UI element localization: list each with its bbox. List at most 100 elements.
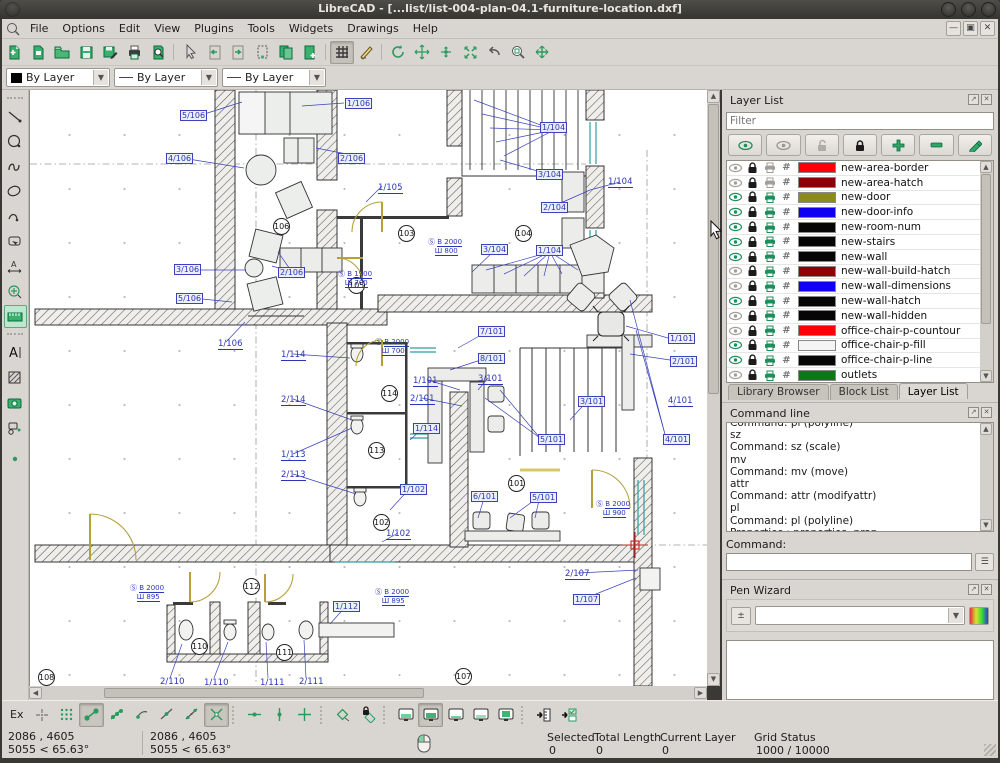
scroll-down-icon[interactable]: ▼ [980, 370, 992, 382]
print-icon[interactable] [761, 325, 778, 336]
new-file-button[interactable] [2, 41, 26, 64]
layer-color-swatch[interactable] [798, 310, 836, 321]
minimize-button[interactable] [941, 2, 956, 17]
layer-row[interactable]: # new-wall-dimensions [727, 279, 993, 294]
print-icon[interactable] [761, 236, 778, 247]
lock-relative-zero-icon[interactable] [355, 703, 380, 727]
scroll-up-icon[interactable]: ▲ [980, 423, 992, 435]
layer-name[interactable]: new-wall-hatch [839, 295, 921, 307]
layer-visibility-icon[interactable] [727, 355, 744, 365]
snap-center-icon[interactable] [129, 703, 154, 727]
snap-grid-icon[interactable] [54, 703, 79, 727]
construction-icon[interactable]: # [778, 192, 795, 203]
lock-icon[interactable] [744, 280, 761, 292]
print-icon[interactable] [761, 162, 778, 173]
zoom-in-button[interactable] [410, 41, 434, 64]
block-tool-icon[interactable] [4, 416, 27, 439]
set-relative-zero-icon[interactable] [330, 703, 355, 727]
grid-toggle-button[interactable] [330, 41, 354, 64]
lock-icon[interactable] [744, 310, 761, 322]
undo-button[interactable] [202, 41, 226, 64]
layer-row[interactable]: # office-chair-p-line [727, 353, 993, 368]
lock-icon[interactable] [744, 265, 761, 277]
exclusive-snap-label[interactable]: Ex [10, 708, 23, 721]
undock-icon[interactable]: ↗ [968, 407, 979, 418]
maximize-button[interactable] [961, 2, 976, 17]
snap-free-icon[interactable] [29, 703, 54, 727]
close-icon[interactable]: ✕ [981, 584, 992, 595]
modify-tool-icon[interactable] [4, 280, 27, 303]
vertical-scroll-thumb[interactable] [708, 104, 719, 394]
vertical-scrollbar[interactable]: ▲ ▼ [707, 90, 720, 686]
lock-icon[interactable] [744, 325, 761, 337]
layer-row[interactable]: # office-chair-p-countour [727, 324, 993, 339]
mdi-restore-button[interactable]: ▣ [963, 21, 978, 36]
construction-icon[interactable]: # [778, 207, 795, 218]
undock-icon[interactable]: ↗ [968, 94, 979, 105]
ellipse-tool-icon[interactable] [4, 180, 27, 203]
circle-tool-icon[interactable] [4, 130, 27, 153]
edit-layer-button[interactable] [958, 134, 992, 156]
layer-visibility-icon[interactable] [727, 237, 744, 247]
pen-wizard-select[interactable]: ▼ [755, 606, 965, 625]
snap-entity-icon[interactable] [104, 703, 129, 727]
lock-icon[interactable] [744, 295, 761, 307]
select-pointer-button[interactable] [178, 41, 202, 64]
construction-icon[interactable]: # [778, 281, 795, 292]
pen-linetype-select[interactable]: By Layer ▼ [222, 68, 326, 87]
scroll-up-icon[interactable]: ▲ [980, 161, 992, 173]
lock-icon[interactable] [744, 177, 761, 189]
layer-color-swatch[interactable] [798, 192, 836, 203]
polyline-tool-icon[interactable] [4, 205, 27, 228]
tab-library-browser[interactable]: Library Browser [728, 384, 829, 400]
layer-row[interactable]: # new-wall-build-hatch [727, 265, 993, 280]
layer-name[interactable]: new-door [839, 191, 890, 203]
layer-name[interactable]: office-chair-p-fill [839, 339, 926, 351]
close-icon[interactable]: ✕ [981, 94, 992, 105]
scroll-left-icon[interactable]: ◀ [29, 687, 42, 699]
draft-view-3-icon[interactable] [443, 703, 468, 727]
close-icon[interactable]: ✕ [981, 407, 992, 418]
add-layer-button[interactable] [881, 134, 915, 156]
layer-name[interactable]: office-chair-p-countour [839, 325, 960, 337]
layer-name[interactable]: new-door-info [839, 206, 913, 218]
line-tool-icon[interactable] [4, 105, 27, 128]
palette-drag-handle[interactable] [7, 333, 23, 338]
save-as-button[interactable] [98, 41, 122, 64]
scroll-up-icon[interactable]: ▲ [707, 90, 720, 103]
print-icon[interactable] [761, 370, 778, 381]
image-tool-icon[interactable] [4, 391, 27, 414]
layer-row[interactable]: # new-area-border [727, 161, 993, 176]
construction-icon[interactable]: # [778, 266, 795, 277]
print-icon[interactable] [761, 192, 778, 203]
print-icon[interactable] [761, 281, 778, 292]
scroll-right-icon[interactable]: ▶ [694, 687, 707, 699]
color-palette-icon[interactable] [969, 607, 989, 625]
zoom-out-button[interactable] [434, 41, 458, 64]
print-icon[interactable] [761, 355, 778, 366]
layer-name[interactable]: office-chair-p-line [839, 354, 932, 366]
lock-icon[interactable] [744, 369, 761, 381]
layer-row[interactable]: # new-room-num [727, 220, 993, 235]
hatch-tool-icon[interactable] [4, 366, 27, 389]
snap-endpoints-icon[interactable] [79, 703, 104, 727]
layer-row[interactable]: # new-wall [727, 250, 993, 265]
resize-grip[interactable] [984, 744, 996, 756]
new-from-template-button[interactable] [26, 41, 50, 64]
layer-visibility-icon[interactable] [727, 340, 744, 350]
layer-visibility-icon[interactable] [727, 222, 744, 232]
print-icon[interactable] [761, 310, 778, 321]
print-button[interactable] [122, 41, 146, 64]
layer-visibility-icon[interactable] [727, 370, 744, 380]
layer-row[interactable]: # new-stairs [727, 235, 993, 250]
pen-color-select[interactable]: By Layer ▼ [6, 68, 110, 87]
print-icon[interactable] [761, 340, 778, 351]
lock-icon[interactable] [744, 206, 761, 218]
command-history-scrollbar[interactable]: ▲ ▼ [980, 423, 993, 531]
open-file-button[interactable] [50, 41, 74, 64]
menu-item-help[interactable]: Help [406, 19, 445, 38]
print-icon[interactable] [761, 222, 778, 233]
layer-filter-input[interactable] [726, 112, 994, 130]
layer-color-swatch[interactable] [798, 325, 836, 336]
layer-row[interactable]: # new-wall-hatch [727, 294, 993, 309]
